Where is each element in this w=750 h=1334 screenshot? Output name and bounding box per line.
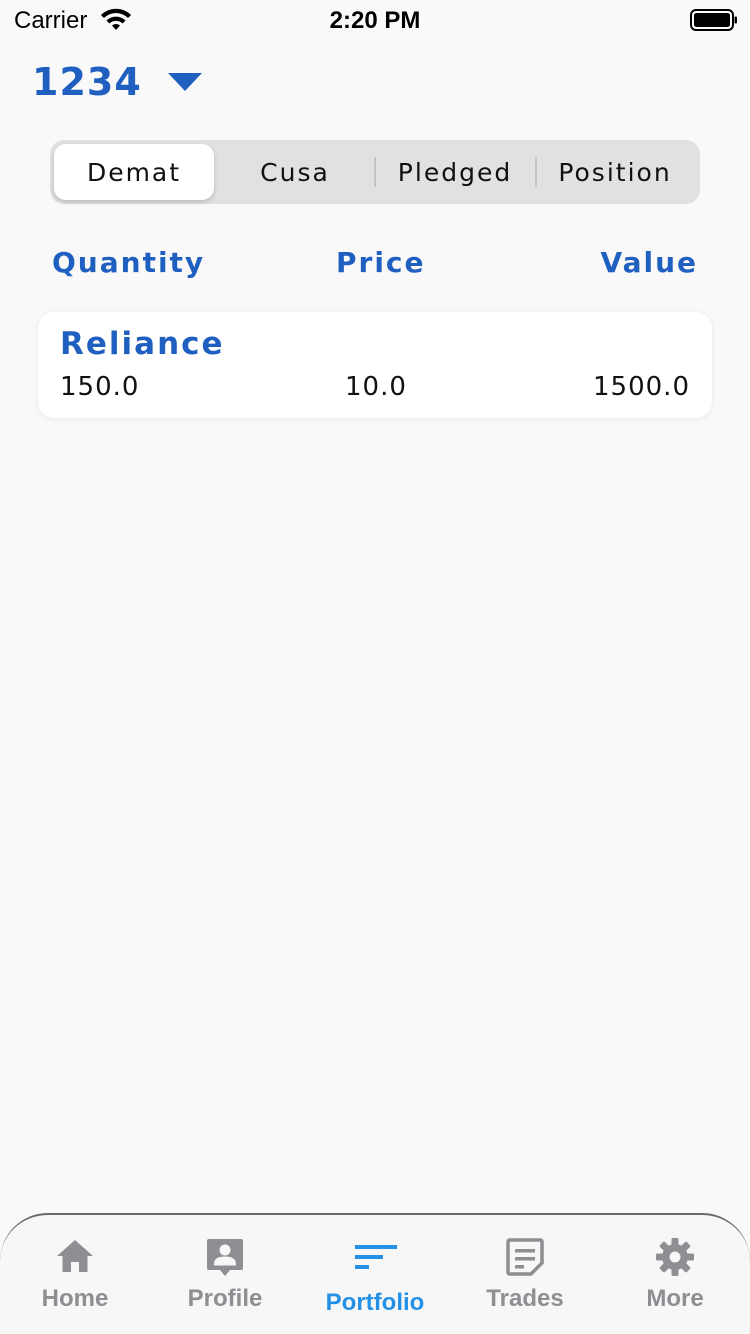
home-icon — [57, 1240, 93, 1272]
segment-pledged[interactable]: Pledged — [375, 144, 535, 200]
column-headers: Quantity Price Value — [52, 246, 698, 286]
holding-card[interactable]: Reliance 150.0 10.0 1500.0 — [38, 312, 712, 418]
segment-cusa[interactable]: Cusa — [215, 144, 375, 200]
caret-down-icon — [167, 73, 202, 91]
gear-icon — [656, 1238, 694, 1276]
holdings-segmented-control: Demat Cusa Pledged Position — [50, 140, 700, 204]
tab-home[interactable]: Home — [0, 1235, 150, 1334]
tab-home-label: Home — [41, 1285, 109, 1312]
portfolio-icon — [355, 1245, 397, 1269]
account-number: 1234 — [32, 60, 142, 104]
tab-trades[interactable]: Trades — [450, 1235, 600, 1334]
profile-icon — [207, 1239, 243, 1276]
quantity-header: Quantity — [52, 246, 206, 279]
segment-position[interactable]: Position — [535, 144, 695, 200]
price-header: Price — [336, 246, 426, 279]
battery-icon — [690, 9, 737, 31]
segment-demat[interactable]: Demat — [54, 144, 214, 200]
account-selector[interactable]: 1234 — [32, 58, 202, 106]
holding-quantity: 150.0 — [60, 372, 140, 402]
status-bar: Carrier 2:20 PM — [0, 0, 750, 40]
tab-portfolio-label: Portfolio — [325, 1289, 425, 1316]
tab-profile-label: Profile — [187, 1285, 263, 1312]
tab-portfolio[interactable]: Portfolio — [300, 1235, 450, 1334]
holding-value: 1500.0 — [593, 372, 690, 402]
clock: 2:20 PM — [329, 7, 421, 34]
tab-profile[interactable]: Profile — [150, 1235, 300, 1334]
holding-price: 10.0 — [345, 372, 407, 402]
bottom-tab-bar: Home Profile Portfolio Trades More — [0, 1213, 750, 1334]
trades-icon — [506, 1238, 544, 1276]
tab-more[interactable]: More — [600, 1235, 750, 1334]
holding-name: Reliance — [60, 326, 225, 362]
tab-trades-label: Trades — [486, 1285, 564, 1312]
value-header: Value — [600, 246, 698, 279]
tab-more-label: More — [646, 1285, 704, 1312]
